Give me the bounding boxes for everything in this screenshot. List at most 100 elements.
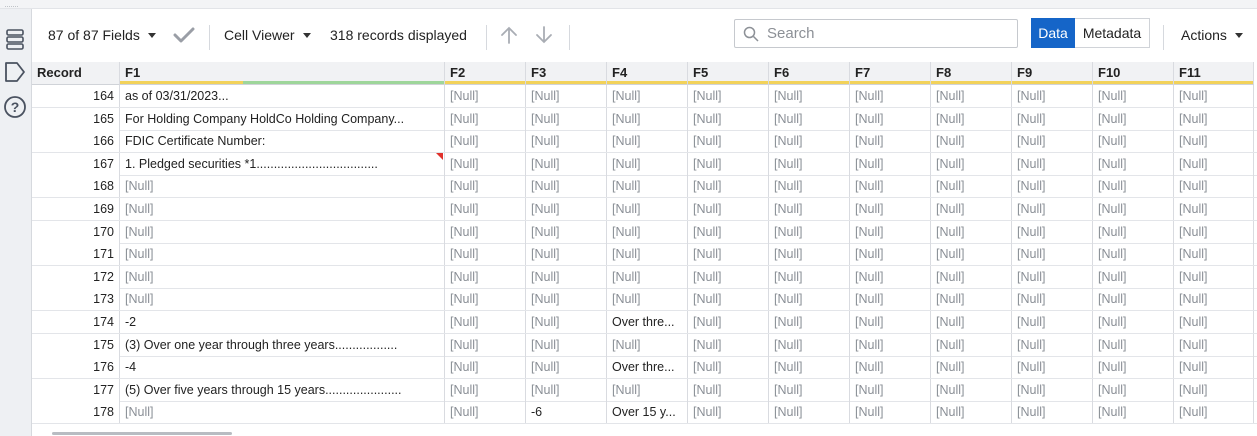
table-row[interactable]: 178 [Null] [Null] -6 Over 15 y... [Null] [Null… <box>32 401 1257 425</box>
table-cell[interactable]: [Null] <box>1174 220 1254 243</box>
table-cell[interactable]: [Null] <box>1174 85 1254 107</box>
table-cell[interactable]: [Null] <box>931 107 1012 130</box>
table-cell[interactable]: [Null] <box>931 198 1012 220</box>
table-cell[interactable]: Over thre... <box>607 311 688 333</box>
list-view-icon[interactable] <box>2 26 28 52</box>
tag-icon[interactable] <box>2 59 28 85</box>
table-cell[interactable]: [Null] <box>688 220 769 243</box>
table-cell[interactable]: [Null] <box>607 175 688 198</box>
table-cell[interactable]: -2 <box>120 311 445 333</box>
table-cell[interactable]: [Null] <box>607 85 688 107</box>
table-cell[interactable]: [Null] <box>688 333 769 356</box>
table-cell[interactable]: [Null] <box>607 265 688 288</box>
table-cell[interactable]: [Null] <box>445 130 526 153</box>
table-cell[interactable]: [Null] <box>1093 378 1174 401</box>
table-cell[interactable]: 1. Pledged securities *1................… <box>120 152 445 175</box>
table-row[interactable]: 171 [Null] [Null] [Null] [Null] [Null] [Null] [… <box>32 243 1257 267</box>
table-cell[interactable]: [Null] <box>1012 198 1093 220</box>
table-cell[interactable]: [Null] <box>445 198 526 220</box>
table-cell[interactable]: [Null] <box>445 175 526 198</box>
table-cell[interactable]: [Null] <box>1174 333 1254 356</box>
table-cell[interactable]: [Null] <box>1093 107 1174 130</box>
table-cell[interactable]: [Null] <box>1174 175 1254 198</box>
metadata-view-button[interactable]: Metadata <box>1075 18 1150 48</box>
column-header[interactable]: F4 <box>607 62 688 85</box>
table-cell[interactable]: [Null] <box>445 265 526 288</box>
table-cell[interactable]: [Null] <box>769 311 850 333</box>
table-cell[interactable]: [Null] <box>445 378 526 401</box>
search-box[interactable] <box>734 19 1018 48</box>
table-cell[interactable]: [Null] <box>1093 175 1174 198</box>
table-cell[interactable]: [Null] <box>1174 288 1254 311</box>
table-cell[interactable]: [Null] <box>1093 265 1174 288</box>
table-cell[interactable]: [Null] <box>1174 107 1254 130</box>
table-cell[interactable]: [Null] <box>1174 356 1254 379</box>
table-cell[interactable]: [Null] <box>445 107 526 130</box>
table-cell[interactable]: [Null] <box>607 333 688 356</box>
table-cell[interactable]: (3) Over one year through three years...… <box>120 333 445 356</box>
table-cell[interactable]: [Null] <box>1093 401 1174 424</box>
table-cell[interactable]: [Null] <box>1012 175 1093 198</box>
table-cell[interactable]: [Null] <box>1012 401 1093 424</box>
table-cell[interactable]: [Null] <box>931 220 1012 243</box>
table-cell[interactable]: [Null] <box>526 265 607 288</box>
table-cell[interactable]: [Null] <box>607 220 688 243</box>
table-cell[interactable]: [Null] <box>931 152 1012 175</box>
table-cell[interactable]: [Null] <box>1174 311 1254 333</box>
table-cell[interactable]: [Null] <box>850 152 931 175</box>
table-cell[interactable]: [Null] <box>688 311 769 333</box>
table-cell[interactable]: [Null] <box>1012 333 1093 356</box>
table-cell[interactable]: [Null] <box>1093 243 1174 266</box>
table-cell[interactable]: [Null] <box>1012 220 1093 243</box>
table-cell[interactable]: [Null] <box>526 333 607 356</box>
column-header[interactable]: F11 <box>1174 62 1254 85</box>
table-cell[interactable]: [Null] <box>120 220 445 243</box>
table-cell[interactable]: [Null] <box>850 401 931 424</box>
table-cell[interactable]: [Null] <box>526 220 607 243</box>
table-cell[interactable]: [Null] <box>769 152 850 175</box>
table-cell[interactable]: as of 03/31/2023... <box>120 85 445 107</box>
table-cell[interactable]: [Null] <box>769 220 850 243</box>
table-cell[interactable]: [Null] <box>445 288 526 311</box>
table-cell[interactable]: [Null] <box>931 130 1012 153</box>
table-cell[interactable]: [Null] <box>931 175 1012 198</box>
column-header[interactable]: F5 <box>688 62 769 85</box>
table-cell[interactable]: -4 <box>120 356 445 379</box>
table-cell[interactable]: [Null] <box>769 356 850 379</box>
table-cell[interactable]: [Null] <box>607 198 688 220</box>
table-cell[interactable]: [Null] <box>850 198 931 220</box>
table-cell[interactable]: [Null] <box>607 107 688 130</box>
table-row[interactable]: 174 -2 [Null] [Null] Over thre... [Null] [Null… <box>32 311 1257 334</box>
record-column-header[interactable]: Record <box>32 62 120 85</box>
table-cell[interactable]: [Null] <box>931 311 1012 333</box>
table-cell[interactable]: [Null] <box>1093 130 1174 153</box>
table-row[interactable]: 164 as of 03/31/2023... [Null] [Null] [Null]… <box>32 85 1257 108</box>
cell-viewer-dropdown[interactable]: Cell Viewer <box>224 9 311 61</box>
table-row[interactable]: 176 -4 [Null] [Null] Over thre... [Null] [Null… <box>32 356 1257 380</box>
table-cell[interactable]: [Null] <box>931 243 1012 266</box>
table-cell[interactable]: [Null] <box>931 333 1012 356</box>
table-row[interactable]: 172 [Null] [Null] [Null] [Null] [Null] [Null] [… <box>32 265 1257 289</box>
table-cell[interactable]: [Null] <box>769 265 850 288</box>
table-cell[interactable]: [Null] <box>120 243 445 266</box>
table-cell[interactable]: [Null] <box>1174 152 1254 175</box>
table-cell[interactable]: [Null] <box>769 85 850 107</box>
table-cell[interactable]: [Null] <box>769 243 850 266</box>
column-header[interactable]: F3 <box>526 62 607 85</box>
table-row[interactable]: 168 [Null] [Null] [Null] [Null] [Null] [Null] [… <box>32 175 1257 199</box>
table-cell[interactable]: [Null] <box>1012 107 1093 130</box>
horizontal-scrollbar[interactable] <box>52 432 232 435</box>
table-cell[interactable]: [Null] <box>850 85 931 107</box>
table-cell[interactable]: [Null] <box>850 378 931 401</box>
table-row[interactable]: 165 For Holding Company HoldCo Holding Co… <box>32 107 1257 131</box>
table-cell[interactable]: [Null] <box>1093 220 1174 243</box>
search-input[interactable] <box>765 24 1009 43</box>
table-cell[interactable]: [Null] <box>769 107 850 130</box>
table-cell[interactable]: (5) Over five years through 15 years....… <box>120 378 445 401</box>
table-cell[interactable]: [Null] <box>526 175 607 198</box>
table-cell[interactable]: -6 <box>526 401 607 424</box>
table-cell[interactable]: [Null] <box>1012 130 1093 153</box>
table-cell[interactable]: [Null] <box>1174 130 1254 153</box>
table-row[interactable]: 166 FDIC Certificate Number: [Null] [Null] [… <box>32 130 1257 154</box>
table-cell[interactable]: [Null] <box>850 175 931 198</box>
